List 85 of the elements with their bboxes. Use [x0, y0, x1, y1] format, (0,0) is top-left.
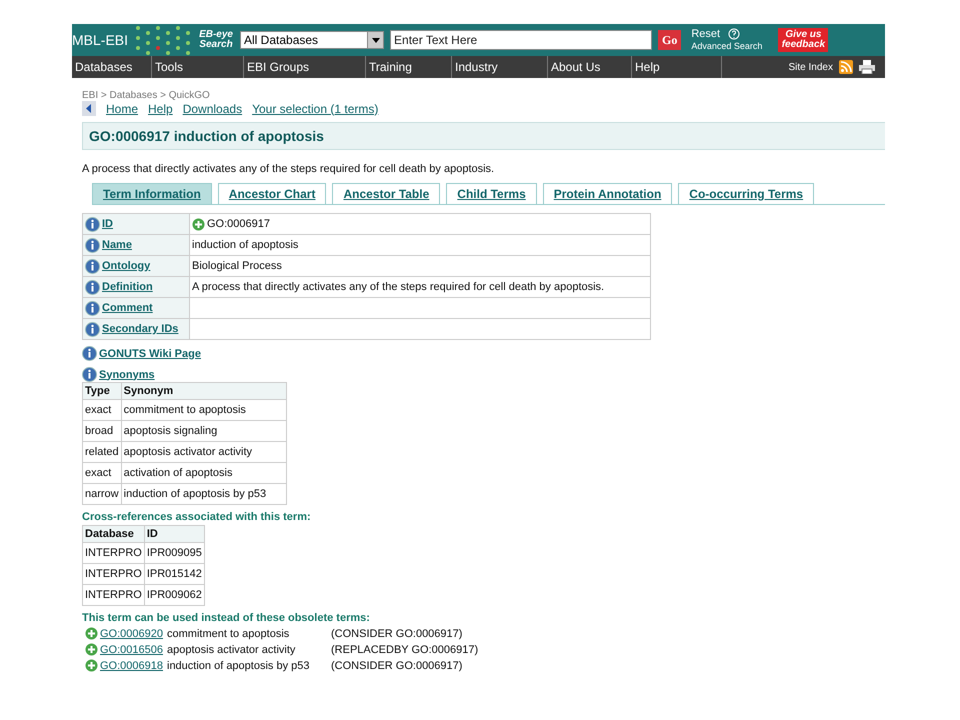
table-cell: related — [82, 442, 122, 462]
site-index-link[interactable]: Site Index — [788, 62, 833, 72]
nav-item[interactable]: About Us — [548, 56, 632, 78]
plus-icon — [85, 659, 98, 672]
nav-link[interactable]: Help — [148, 102, 173, 116]
table-cell: broad — [82, 420, 122, 442]
logo[interactable]: MBL-EBI — [72, 32, 128, 48]
nav-item[interactable]: EBI Groups — [244, 56, 366, 78]
table-cell: INTERPRO — [82, 584, 144, 606]
breadcrumb: EBI > Databases > QuickGO — [82, 90, 211, 101]
search-field[interactable]: Enter Text Here — [390, 30, 652, 50]
nav-item[interactable]: Training — [366, 56, 452, 78]
advanced-search-link[interactable]: Advanced Search — [691, 40, 762, 52]
term-name: commitment to apoptosis — [167, 628, 290, 640]
table-cell: exact — [82, 462, 122, 484]
rss-icon[interactable] — [839, 60, 853, 74]
tab[interactable]: Co-occurring Terms — [678, 183, 814, 204]
dots-logo-icon — [134, 25, 192, 55]
field-value: induction of apoptosis — [190, 234, 650, 256]
nav-item[interactable]: Databases — [72, 56, 152, 78]
field-value: Biological Process — [190, 256, 650, 276]
field-label-link[interactable]: Name — [102, 239, 132, 251]
plus-icon — [85, 643, 98, 656]
tab[interactable]: Child Terms — [446, 183, 537, 204]
field-value: A process that directly activates any of the steps required for cell death by apoptosis. — [190, 276, 650, 298]
info-icon — [85, 216, 100, 232]
table-cell: narrow — [82, 484, 122, 504]
table-cell: apoptosis signaling — [121, 420, 286, 442]
plus-icon — [85, 627, 98, 640]
info-icon — [85, 238, 100, 252]
database-select[interactable]: All Databases — [240, 31, 384, 49]
table-cell: IPR015142 — [144, 564, 204, 584]
synonyms-link[interactable]: Synonyms — [99, 368, 155, 380]
column-header: Type — [82, 382, 122, 400]
info-icon — [82, 346, 97, 361]
nav-item[interactable]: Industry — [452, 56, 548, 78]
nav-link[interactable]: Your selection (1 terms) — [252, 102, 378, 116]
tab[interactable]: Protein Annotation — [542, 183, 672, 204]
term-name: induction of apoptosis by p53 — [167, 660, 310, 672]
table-cell: activation of apoptosis — [121, 462, 286, 484]
search-label: EB-eye Search — [198, 30, 234, 50]
table-cell: apoptosis activator activity — [121, 442, 286, 462]
table-cell: INTERPRO — [82, 564, 144, 584]
wiki-link[interactable]: GONUTS Wiki Page — [99, 348, 201, 360]
info-icon — [85, 322, 100, 336]
plus-icon — [192, 218, 205, 230]
info-icon — [85, 300, 100, 316]
page-title: GO:0006917 induction of apoptosis — [82, 122, 885, 150]
nav-link[interactable]: Home — [106, 102, 138, 116]
caret-icon — [372, 38, 380, 42]
table-cell: IPR009062 — [144, 584, 204, 606]
term-note: (CONSIDER GO:0006917) — [331, 660, 462, 672]
feedback-button[interactable]: Give us feedback — [778, 28, 828, 52]
nav-link[interactable]: Downloads — [182, 102, 242, 116]
table-cell: INTERPRO — [82, 542, 144, 564]
column-header: ID — [144, 526, 204, 542]
nav-item[interactable]: Help — [632, 56, 722, 78]
help-icon[interactable] — [728, 28, 740, 40]
tab[interactable]: Ancestor Table — [332, 183, 440, 204]
nav-item[interactable]: Tools — [152, 56, 244, 78]
reset-link[interactable]: Reset — [691, 28, 720, 40]
info-icon — [82, 367, 97, 382]
term-note: (CONSIDER GO:0006917) — [331, 628, 462, 640]
field-label-link[interactable]: ID — [102, 218, 113, 230]
section-heading: This term can be used instead of these obsolete terms: — [82, 612, 371, 624]
go-term-link[interactable]: GO:0006918 — [100, 660, 163, 672]
go-term-link[interactable]: GO:0006920 — [100, 628, 163, 640]
column-header: Database — [82, 526, 144, 542]
table-cell: commitment to apoptosis — [121, 400, 286, 420]
go-term-link[interactable]: GO:0016506 — [100, 644, 163, 656]
info-icon — [85, 258, 100, 274]
info-icon — [85, 280, 100, 294]
field-value: GO:0006917 — [190, 214, 650, 234]
term-description: A process that directly activates any of the steps required for cell death by apoptosis. — [82, 163, 496, 175]
section-heading: Cross-references associated with this term: — [82, 511, 312, 523]
printer-icon[interactable] — [859, 60, 875, 74]
term-name: apoptosis activator activity — [167, 644, 296, 656]
go-button[interactable]: Go — [658, 30, 682, 50]
term-note: (REPLACEDBY GO:0006917) — [331, 644, 478, 656]
table-cell: induction of apoptosis by p53 — [121, 484, 286, 504]
table-cell: IPR009095 — [144, 542, 204, 564]
column-header: Synonym — [121, 382, 286, 400]
table-cell: exact — [82, 400, 122, 420]
tab[interactable]: Term Information — [92, 183, 212, 204]
tab[interactable]: Ancestor Chart — [218, 183, 326, 204]
